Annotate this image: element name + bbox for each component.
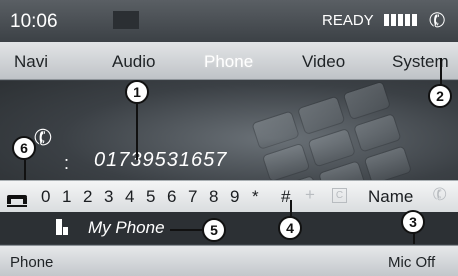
clock: 10:06 (10, 11, 58, 32)
phone-label[interactable]: Phone (10, 254, 53, 271)
callout-2: 2 (428, 84, 452, 108)
callout-6-leader (24, 160, 26, 180)
callout-3: 3 (401, 210, 425, 234)
digit-4[interactable]: 4 (125, 187, 134, 207)
callout-5: 5 (202, 218, 226, 242)
ready-status: READY (322, 12, 374, 29)
end-call-icon[interactable] (7, 187, 29, 207)
name-button[interactable]: Name (368, 187, 413, 207)
callout-2-leader (440, 58, 442, 86)
status-bar: 10:06 READY ✆ (0, 0, 458, 42)
callout-5-leader (170, 229, 202, 231)
main-menu-bar: Navi Audio Phone Video System (0, 42, 458, 80)
number-separator: : (64, 153, 70, 173)
digit-9[interactable]: 9 (230, 187, 239, 207)
call-handset-icon[interactable]: ✆ (430, 183, 450, 207)
mobile-device-icon (54, 219, 70, 237)
menu-item-navi[interactable]: Navi (14, 52, 48, 72)
mic-off-button[interactable]: Mic Off (388, 254, 435, 271)
dialed-number: 01739531657 (94, 149, 228, 171)
digit-8[interactable]: 8 (209, 187, 218, 207)
bottom-bar: Phone Mic Off (0, 245, 458, 276)
digit-7[interactable]: 7 (188, 187, 197, 207)
menu-item-phone[interactable]: Phone (204, 52, 253, 72)
status-indicator (113, 11, 139, 29)
digit-1[interactable]: 1 (62, 187, 71, 207)
callout-4: 4 (278, 216, 302, 240)
digit-3[interactable]: 3 (104, 187, 113, 207)
digit-star[interactable]: * (252, 187, 259, 207)
menu-item-audio[interactable]: Audio (112, 52, 155, 72)
callout-6: 6 (12, 136, 36, 160)
digit-2[interactable]: 2 (83, 187, 92, 207)
digit-5[interactable]: 5 (146, 187, 155, 207)
handset-status-icon: ✆ (425, 7, 450, 35)
digit-plus[interactable]: + (305, 185, 315, 205)
digit-entry-row: 0 1 2 3 4 5 6 7 8 9 * # + C Name ✆ (0, 180, 458, 212)
menu-item-video[interactable]: Video (302, 52, 345, 72)
clear-button[interactable]: C (332, 188, 347, 203)
callout-1: 1 (125, 80, 149, 104)
device-row: My Phone (0, 212, 458, 244)
phone-screen: 10:06 READY ✆ Navi Audio Phone Video Sys… (0, 0, 458, 276)
signal-strength-icon (384, 14, 417, 26)
callout-1-leader (136, 104, 138, 160)
device-name[interactable]: My Phone (88, 218, 165, 238)
digit-0[interactable]: 0 (41, 187, 50, 207)
digit-6[interactable]: 6 (167, 187, 176, 207)
